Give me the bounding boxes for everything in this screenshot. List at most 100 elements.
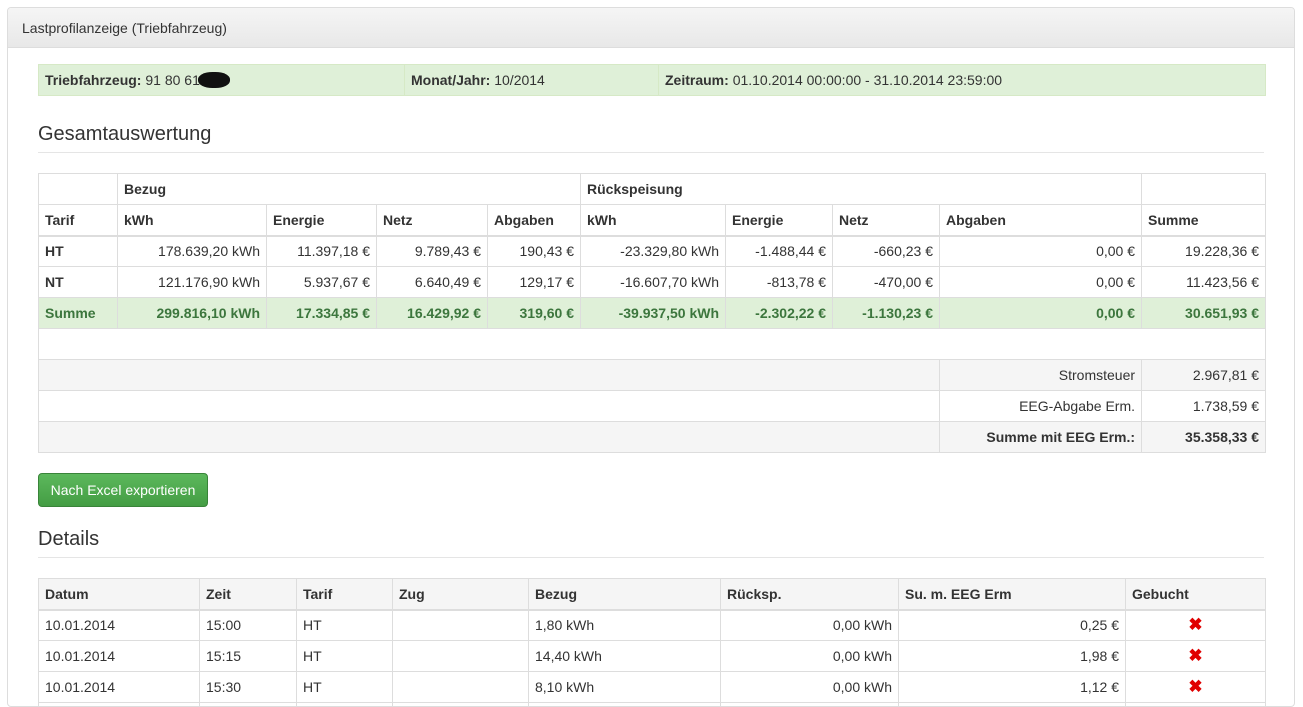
table-row [39, 703, 1266, 707]
table-cell: 129,17 € [488, 267, 581, 298]
zug-cell [393, 641, 529, 672]
divider [38, 152, 1264, 153]
info-bar: Triebfahrzeug: 91 80 61 Monat/Jahr: 10/2… [38, 64, 1266, 96]
table-cell: 9.789,43 € [377, 236, 488, 267]
table-cell: -813,78 € [726, 267, 833, 298]
tarif-cell: HT [297, 610, 393, 641]
table-cell: -1.488,44 € [726, 236, 833, 267]
rueckspeisung-cell [721, 703, 899, 707]
summary-table: Bezug Rückspeisung Tarif kWh Energie Net… [38, 173, 1266, 453]
sum-label: Summe [39, 298, 118, 329]
column-header[interactable]: Gebucht [1126, 579, 1266, 610]
stromsteuer-value: 2.967,81 € [1142, 360, 1266, 391]
sum-cell: 319,60 € [488, 298, 581, 329]
tarif-cell: HT [297, 641, 393, 672]
column-header[interactable]: Su. m. EEG Erm [899, 579, 1126, 610]
stromsteuer-label: Stromsteuer [940, 360, 1142, 391]
table-cell: -23.329,80 kWh [581, 236, 726, 267]
sum-cell: 30.651,93 € [1142, 298, 1266, 329]
column-header: Summe [1142, 205, 1266, 236]
redaction-mark [198, 72, 230, 88]
eeg-label: EEG-Abgabe Erm. [940, 391, 1142, 422]
table-cell: 0,00 € [940, 236, 1142, 267]
rueckspeisung-cell: 0,00 kWh [721, 610, 899, 641]
table-cell: 11.423,56 € [1142, 267, 1266, 298]
column-header[interactable]: Zug [393, 579, 529, 610]
spacer-cell [39, 329, 1266, 360]
sum-cell: 16.429,92 € [377, 298, 488, 329]
table-cell: 121.176,90 kWh [118, 267, 267, 298]
rueckspeisung-cell: 0,00 kWh [721, 641, 899, 672]
column-header[interactable]: Tarif [297, 579, 393, 610]
sum-row: Summe 299.816,10 kWh 17.334,85 € 16.429,… [39, 298, 1266, 329]
table-cell: 0,00 € [940, 267, 1142, 298]
time-cell: 15:00 [200, 610, 297, 641]
sum-eeg-cell: 1,98 € [899, 641, 1126, 672]
total-value: 35.358,33 € [1142, 422, 1266, 453]
column-header[interactable]: Datum [39, 579, 200, 610]
empty-header [1142, 174, 1266, 205]
bezug-cell [529, 703, 721, 707]
details-heading: Details [38, 527, 1264, 552]
period-info: Zeitraum: 01.10.2014 00:00:00 - 31.10.20… [659, 65, 1266, 96]
table-cell: -660,23 € [833, 236, 940, 267]
table-cell: 19.228,36 € [1142, 236, 1266, 267]
panel-body: Triebfahrzeug: 91 80 61 Monat/Jahr: 10/2… [8, 48, 1294, 707]
table-cell: 5.937,67 € [267, 267, 377, 298]
tarif-cell: HT [39, 236, 118, 267]
month-info: Monat/Jahr: 10/2014 [405, 65, 659, 96]
empty-cell [39, 360, 940, 391]
column-header[interactable]: Zeit [200, 579, 297, 610]
month-label: Monat/Jahr: [411, 72, 490, 88]
total-row: Summe mit EEG Erm.: 35.358,33 € [39, 422, 1266, 453]
cross-icon[interactable]: ✖ [1188, 677, 1202, 696]
vehicle-value: 91 80 61 [145, 72, 200, 88]
column-header: Netz [833, 205, 940, 236]
vehicle-info: Triebfahrzeug: 91 80 61 [39, 65, 405, 96]
export-excel-button[interactable]: Nach Excel exportieren [38, 473, 208, 507]
zug-cell [393, 703, 529, 707]
date-cell: 10.01.2014 [39, 641, 200, 672]
total-label: Summe mit EEG Erm.: [940, 422, 1142, 453]
lastprofil-panel: Lastprofilanzeige (Triebfahrzeug) Triebf… [7, 7, 1295, 707]
tarif-cell: NT [39, 267, 118, 298]
sum-cell: 17.334,85 € [267, 298, 377, 329]
time-cell [200, 703, 297, 707]
table-cell: 6.640,49 € [377, 267, 488, 298]
bezug-cell: 1,80 kWh [529, 610, 721, 641]
column-header[interactable]: Bezug [529, 579, 721, 610]
booked-cell: ✖ [1126, 610, 1266, 641]
sum-cell: -39.937,50 kWh [581, 298, 726, 329]
column-header: Netz [377, 205, 488, 236]
column-header: Abgaben [488, 205, 581, 236]
period-value: 01.10.2014 00:00:00 - 31.10.2014 23:59:0… [733, 72, 1002, 88]
table-cell: 11.397,18 € [267, 236, 377, 267]
column-header: Tarif [39, 205, 118, 236]
sum-cell: -1.130,23 € [833, 298, 940, 329]
table-row: NT 121.176,90 kWh 5.937,67 € 6.640,49 € … [39, 267, 1266, 298]
sum-eeg-cell [899, 703, 1126, 707]
bezug-group-header: Bezug [118, 174, 581, 205]
cross-icon[interactable]: ✖ [1188, 646, 1202, 665]
table-row: 10.01.2014 15:00 HT 1,80 kWh 0,00 kWh 0,… [39, 610, 1266, 641]
table-cell: -470,00 € [833, 267, 940, 298]
month-value: 10/2014 [494, 72, 545, 88]
cross-icon[interactable]: ✖ [1188, 615, 1202, 634]
zug-cell [393, 610, 529, 641]
table-cell: -16.607,70 kWh [581, 267, 726, 298]
table-cell: 190,43 € [488, 236, 581, 267]
table-row: HT 178.639,20 kWh 11.397,18 € 9.789,43 €… [39, 236, 1266, 267]
column-header: Energie [726, 205, 833, 236]
period-label: Zeitraum: [665, 72, 729, 88]
bezug-cell: 14,40 kWh [529, 641, 721, 672]
tarif-cell [297, 703, 393, 707]
column-header: Energie [267, 205, 377, 236]
empty-cell [39, 391, 940, 422]
panel-title: Lastprofilanzeige (Triebfahrzeug) [8, 8, 1294, 48]
column-header[interactable]: Rücksp. [721, 579, 899, 610]
eeg-row: EEG-Abgabe Erm. 1.738,59 € [39, 391, 1266, 422]
booked-cell: ✖ [1126, 641, 1266, 672]
sum-cell: 0,00 € [940, 298, 1142, 329]
rueckspeisung-group-header: Rückspeisung [581, 174, 1142, 205]
eeg-value: 1.738,59 € [1142, 391, 1266, 422]
